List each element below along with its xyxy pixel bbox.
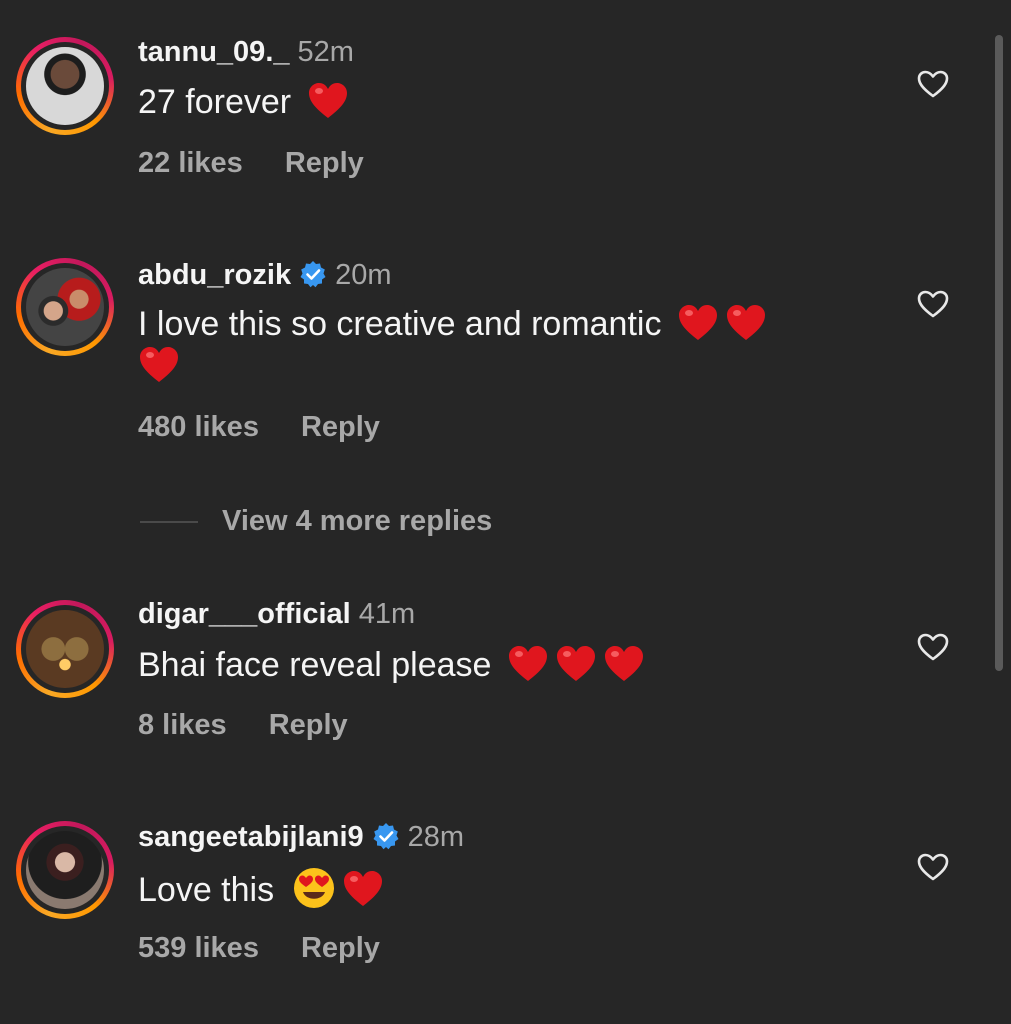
- avatar-story-ring[interactable]: [16, 600, 114, 698]
- likes-count[interactable]: 22 likes: [138, 147, 243, 179]
- comment-time: 28m: [407, 821, 465, 853]
- comment-text: Bhai face reveal please: [138, 646, 492, 684]
- avatar-story-ring[interactable]: [16, 37, 114, 135]
- view-more-replies-button[interactable]: View 4 more replies: [140, 504, 492, 538]
- verified-badge-icon: [300, 261, 326, 288]
- likes-count[interactable]: 8 likes: [138, 709, 227, 741]
- scrollbar[interactable]: [995, 35, 1003, 671]
- red-heart-emoji-icon: [343, 871, 382, 906]
- red-heart-emoji-icon: [140, 347, 178, 382]
- heart-outline-icon[interactable]: [916, 852, 950, 882]
- comment-time: 41m: [358, 598, 416, 630]
- verified-badge-icon: [373, 823, 399, 850]
- view-more-replies-label: View 4 more replies: [222, 505, 493, 537]
- avatar: [26, 47, 104, 125]
- comment-time: 52m: [297, 36, 354, 68]
- heart-outline-icon[interactable]: [916, 69, 950, 99]
- comment-time: 20m: [335, 259, 392, 291]
- reply-button[interactable]: Reply: [269, 709, 348, 741]
- red-heart-emoji-icon: [308, 83, 347, 118]
- comment-text: Love this: [138, 871, 275, 909]
- heart-outline-icon[interactable]: [916, 289, 950, 319]
- username[interactable]: sangeetabijlani9: [138, 821, 364, 853]
- red-heart-emoji-icon: [604, 646, 643, 681]
- avatar-story-ring[interactable]: [16, 821, 114, 919]
- comment-text: I love this so creative and romantic: [138, 305, 662, 343]
- likes-count[interactable]: 539 likes: [138, 932, 259, 964]
- red-heart-emoji-icon: [508, 646, 547, 681]
- red-heart-emoji-icon: [726, 305, 765, 340]
- comment-text: 27 forever: [138, 83, 292, 121]
- username[interactable]: digar___official: [138, 598, 351, 630]
- heart-eyes-emoji-icon: [293, 868, 334, 908]
- avatar: [26, 268, 104, 346]
- reply-button[interactable]: Reply: [301, 932, 380, 964]
- red-heart-emoji-icon: [556, 646, 595, 681]
- avatar: [26, 610, 104, 688]
- username[interactable]: tannu_09._: [138, 36, 290, 68]
- reply-button[interactable]: Reply: [285, 147, 364, 179]
- reply-button[interactable]: Reply: [301, 411, 380, 443]
- username[interactable]: abdu_rozik: [138, 259, 291, 291]
- heart-outline-icon[interactable]: [916, 632, 950, 662]
- divider-line: [140, 521, 198, 524]
- avatar-story-ring[interactable]: [16, 258, 114, 356]
- avatar: [26, 831, 104, 909]
- red-heart-emoji-icon: [678, 305, 717, 340]
- likes-count[interactable]: 480 likes: [138, 411, 259, 443]
